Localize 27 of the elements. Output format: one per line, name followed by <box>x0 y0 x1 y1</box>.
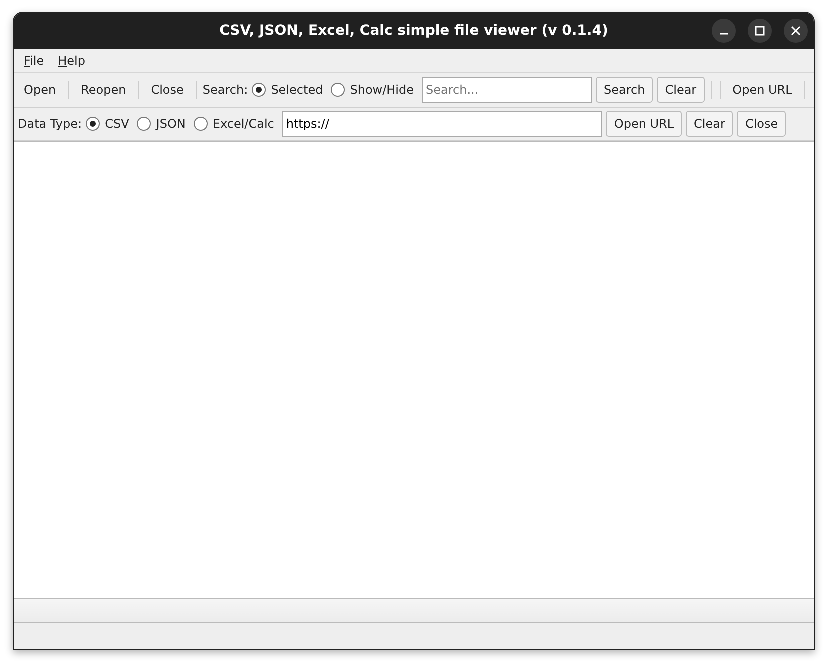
close-button[interactable] <box>784 19 808 43</box>
radio-button[interactable]: Show/Hide <box>331 81 414 99</box>
radio-button[interactable]: Excel/Calc <box>194 115 274 133</box>
toolbar-button[interactable]: Open <box>18 79 62 101</box>
minimize-button[interactable] <box>712 19 736 43</box>
radio-button[interactable]: JSON <box>137 115 186 133</box>
radio-button[interactable]: CSV <box>86 115 130 133</box>
push-button[interactable]: Close <box>737 111 786 137</box>
toolbar-button[interactable]: Open URL <box>726 79 798 101</box>
window-title: CSV, JSON, Excel, Calc simple file viewer (v 0.1.4) <box>220 22 608 40</box>
toolbar-button[interactable]: Close <box>145 79 190 101</box>
maximize-icon <box>755 26 765 36</box>
toolbar-button[interactable]: Reopen <box>75 79 132 101</box>
push-button[interactable]: Clear <box>657 77 705 103</box>
radio-button[interactable]: Selected <box>252 81 324 99</box>
menu-item[interactable]: File <box>24 52 44 70</box>
push-button[interactable]: Open URL <box>606 111 682 137</box>
search-label: Search: <box>202 82 248 99</box>
maximize-button[interactable] <box>748 19 772 43</box>
data-type-label: Data Type: <box>18 116 82 133</box>
close-icon <box>791 26 801 36</box>
menu-item[interactable]: Help <box>58 52 86 70</box>
minimize-icon <box>720 33 728 35</box>
url-field[interactable]: https:// <box>282 111 602 137</box>
push-button[interactable]: Search <box>596 77 654 103</box>
push-button[interactable]: Clear <box>686 111 734 137</box>
search-field[interactable]: Search... <box>422 77 592 103</box>
